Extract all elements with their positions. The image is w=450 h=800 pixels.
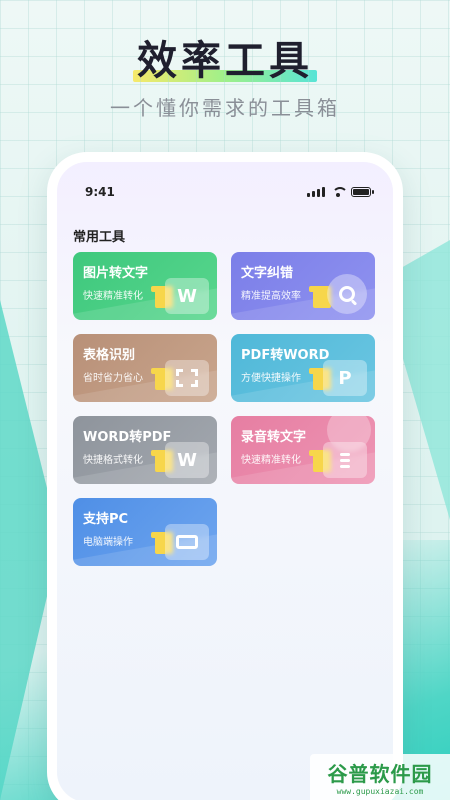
tool-card-subtitle: 精准提高效率: [241, 291, 301, 302]
tool-card-pc-support[interactable]: 支持PC 电脑端操作: [73, 498, 217, 566]
tool-card-title: 录音转文字: [241, 430, 307, 445]
tool-card-pdf-to-word[interactable]: PDF转WORD 方便快捷操作 P: [231, 334, 375, 402]
tool-card-text-correction[interactable]: 文字纠错 精准提高效率: [231, 252, 375, 320]
battery-icon: [351, 187, 374, 197]
section-title: 常用工具: [73, 230, 126, 245]
watermark: 谷普软件园 www.gupuxiazai.com: [310, 754, 450, 800]
status-bar: 9:41: [85, 184, 374, 200]
status-icons: [307, 187, 374, 197]
status-time: 9:41: [85, 185, 115, 199]
tool-card-subtitle: 快速精准转化: [83, 291, 143, 302]
hero-subtitle: 一个懂你需求的工具箱: [110, 96, 340, 120]
phone-mockup: 9:41 常用工具 图片转文字 快速精准转化 W 文字纠错 精准提高效率 表格识…: [47, 152, 403, 800]
hero-title-text: 效率工具: [133, 28, 317, 86]
watermark-name: 谷普软件园: [327, 762, 433, 786]
signal-icon: [307, 187, 325, 197]
tool-card-audio-to-text[interactable]: 录音转文字 快速精准转化: [231, 416, 375, 484]
hero-title: 效率工具: [0, 28, 450, 86]
watermark-url: www.gupuxiazai.com: [336, 787, 424, 796]
tool-card-title: 表格识别: [83, 348, 136, 363]
tool-card-word-to-pdf[interactable]: WORD转PDF 快捷格式转化 W: [73, 416, 217, 484]
tool-card-image-to-text[interactable]: 图片转文字 快速精准转化 W: [73, 252, 217, 320]
tool-card-title: WORD转PDF: [83, 430, 172, 445]
tool-card-title: 图片转文字: [83, 266, 149, 281]
tool-card-subtitle: 电脑端操作: [83, 537, 133, 548]
tool-card-subtitle: 快捷格式转化: [83, 455, 143, 466]
tool-card-title: 文字纠错: [241, 266, 294, 281]
tool-card-table-recognition[interactable]: 表格识别 省时省力省心: [73, 334, 217, 402]
wifi-icon: [331, 187, 348, 197]
tool-grid: 图片转文字 快速精准转化 W 文字纠错 精准提高效率 表格识别 省时省力省心 P…: [73, 252, 377, 566]
tool-card-title: 支持PC: [83, 512, 129, 527]
tool-card-subtitle: 方便快捷操作: [241, 373, 301, 384]
tool-card-subtitle: 省时省力省心: [83, 373, 143, 384]
tool-card-title: PDF转WORD: [241, 348, 330, 363]
tool-card-subtitle: 快速精准转化: [241, 455, 301, 466]
phone-screen: 9:41 常用工具 图片转文字 快速精准转化 W 文字纠错 精准提高效率 表格识…: [57, 162, 393, 800]
